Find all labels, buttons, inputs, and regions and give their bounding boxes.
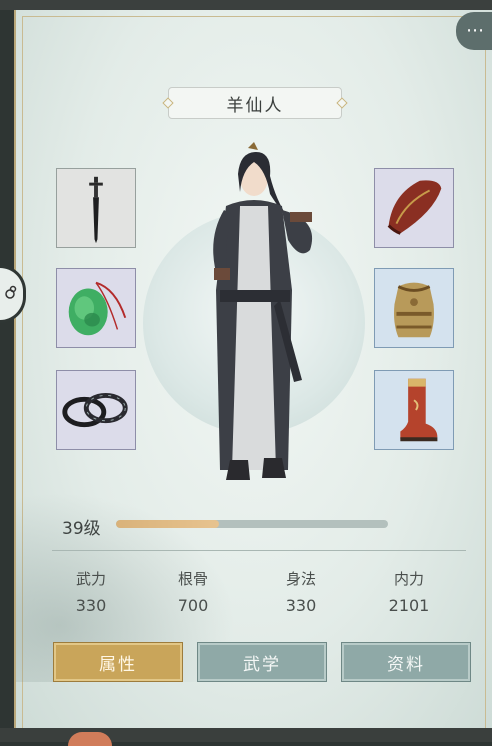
stat-label: 根骨 <box>177 570 208 588</box>
stat-value: 330 <box>285 596 317 615</box>
equip-slot-boots[interactable] <box>374 370 454 450</box>
tab-label: 武学 <box>243 654 281 675</box>
divider <box>52 550 466 551</box>
hat-icon <box>387 180 442 235</box>
dagger-icon <box>89 176 103 244</box>
stat-label: 内力 <box>393 570 424 588</box>
boots-icon <box>400 378 438 442</box>
character-portrait <box>213 142 313 480</box>
gourd-icon <box>4 284 20 300</box>
tab-profile[interactable]: 资料 <box>341 642 471 682</box>
equip-slot-hat[interactable] <box>374 168 454 248</box>
tab-martial-arts[interactable]: 武学 <box>197 642 327 682</box>
tab-attributes[interactable]: 属性 <box>53 642 183 682</box>
more-dots-icon: ⋯ <box>466 20 484 41</box>
character-name: 羊仙人 <box>226 95 284 116</box>
equip-slot-armor[interactable] <box>374 268 454 348</box>
experience-bar-fill <box>116 520 220 528</box>
tab-label: 资料 <box>387 654 425 675</box>
armor-icon <box>394 282 434 338</box>
stat-value: 2101 <box>388 596 430 615</box>
equip-slot-accessory[interactable] <box>56 268 136 348</box>
stat-agility: 身法 330 <box>256 568 346 615</box>
stat-value: 330 <box>75 596 107 615</box>
stat-strength: 武力 330 <box>46 568 136 615</box>
top-bar <box>0 0 492 10</box>
stat-value: 700 <box>177 596 209 615</box>
equip-slot-bracelet[interactable] <box>56 370 136 450</box>
level-label: 39级 <box>62 519 101 539</box>
stat-inner-power: 内力 2101 <box>364 568 454 615</box>
experience-bar <box>116 520 388 528</box>
stat-constitution: 根骨 700 <box>148 568 238 615</box>
bottom-orb-decoration <box>68 732 112 746</box>
bracelet-icon <box>62 392 128 428</box>
more-options-button[interactable]: ⋯ <box>456 12 492 50</box>
stat-label: 武力 <box>75 570 106 588</box>
jade-pendant-icon <box>68 281 127 336</box>
equip-slot-weapon[interactable] <box>56 168 136 248</box>
stat-label: 身法 <box>285 570 316 588</box>
tab-label: 属性 <box>99 654 137 675</box>
character-name-plate: 羊仙人 <box>168 87 342 119</box>
